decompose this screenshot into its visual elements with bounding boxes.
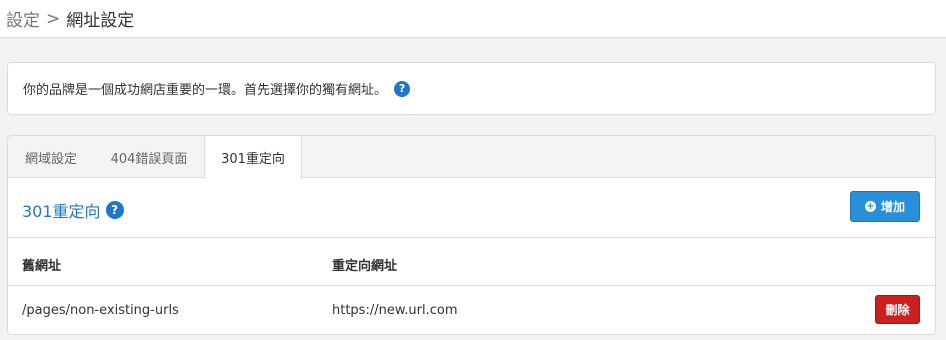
- breadcrumb-root[interactable]: 設定: [6, 6, 40, 31]
- breadcrumb: 設定 > 網址設定: [0, 0, 946, 38]
- column-header-old-url: 舊網址: [22, 259, 62, 274]
- table-header: 舊網址 重定向網址: [8, 239, 935, 286]
- redirect-panel: 網域設定 404錯誤頁面 301重定向 301重定向 ? + 增加 舊網址 重定…: [7, 135, 936, 335]
- question-circle-icon[interactable]: ?: [394, 80, 411, 97]
- question-circle-icon[interactable]: ?: [105, 201, 124, 219]
- table-row: /pages/non-existing-urls https://new.url…: [8, 287, 935, 334]
- add-redirect-button[interactable]: + 增加: [850, 191, 920, 222]
- tab-404-page[interactable]: 404錯誤頁面: [94, 136, 204, 178]
- info-text: 你的品牌是一個成功網店重要的一環。首先選擇你的獨有網址。: [23, 83, 388, 98]
- old-url-cell: /pages/non-existing-urls: [22, 303, 179, 318]
- plus-circle-icon: +: [864, 200, 876, 212]
- info-box: 你的品牌是一個成功網店重要的一環。首先選擇你的獨有網址。 ?: [7, 62, 936, 115]
- tab-301-redirect[interactable]: 301重定向: [204, 136, 302, 179]
- section-title-text: 301重定向: [22, 202, 101, 221]
- delete-button[interactable]: 刪除: [875, 295, 920, 324]
- tab-strip: 網域設定 404錯誤頁面 301重定向: [8, 136, 935, 179]
- tab-domain-settings[interactable]: 網域設定: [8, 136, 94, 178]
- column-header-redirect-url: 重定向網址: [332, 259, 398, 274]
- add-button-label: 增加: [880, 200, 905, 214]
- breadcrumb-current: 網址設定: [66, 11, 135, 31]
- section-title: 301重定向 ?: [22, 198, 124, 222]
- redirect-url-cell: https://new.url.com: [332, 303, 458, 318]
- breadcrumb-separator: >: [46, 8, 61, 29]
- section-header: 301重定向 ? + 增加: [8, 179, 935, 238]
